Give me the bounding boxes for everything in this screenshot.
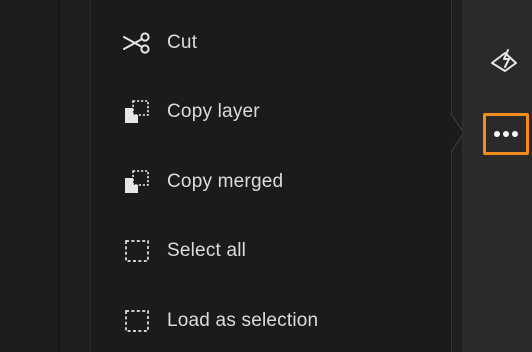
app-workspace: Cut Copy layer Copy merged Select all Lo…: [0, 0, 532, 352]
more-options-icon: [493, 125, 519, 143]
select-all-icon: [121, 237, 153, 265]
more-options-button[interactable]: [483, 113, 529, 155]
healing-brush-icon: [489, 47, 521, 78]
context-menu: Cut Copy layer Copy merged Select all Lo…: [90, 0, 452, 352]
copy-layer-icon: [121, 98, 153, 126]
menu-item-label: Select all: [167, 240, 247, 261]
menu-item-select-all[interactable]: Select all: [91, 226, 451, 276]
menu-item-copy-layer[interactable]: Copy layer: [91, 87, 451, 137]
menu-item-cut[interactable]: Cut: [91, 18, 451, 68]
right-toolbar: [462, 0, 532, 352]
menu-item-copy-merged[interactable]: Copy merged: [91, 157, 451, 207]
menu-item-label: Copy merged: [167, 171, 284, 192]
copy-merged-icon: [121, 168, 153, 196]
menu-item-label: Cut: [167, 32, 198, 53]
menu-item-label: Load as selection: [167, 310, 319, 331]
load-selection-icon: [121, 307, 153, 335]
menu-item-label: Copy layer: [167, 101, 260, 122]
healing-brush-tool-button[interactable]: [483, 40, 527, 84]
scissors-icon: [121, 29, 153, 57]
canvas-area: [0, 0, 60, 352]
menu-item-load-as-selection[interactable]: Load as selection: [91, 296, 451, 346]
